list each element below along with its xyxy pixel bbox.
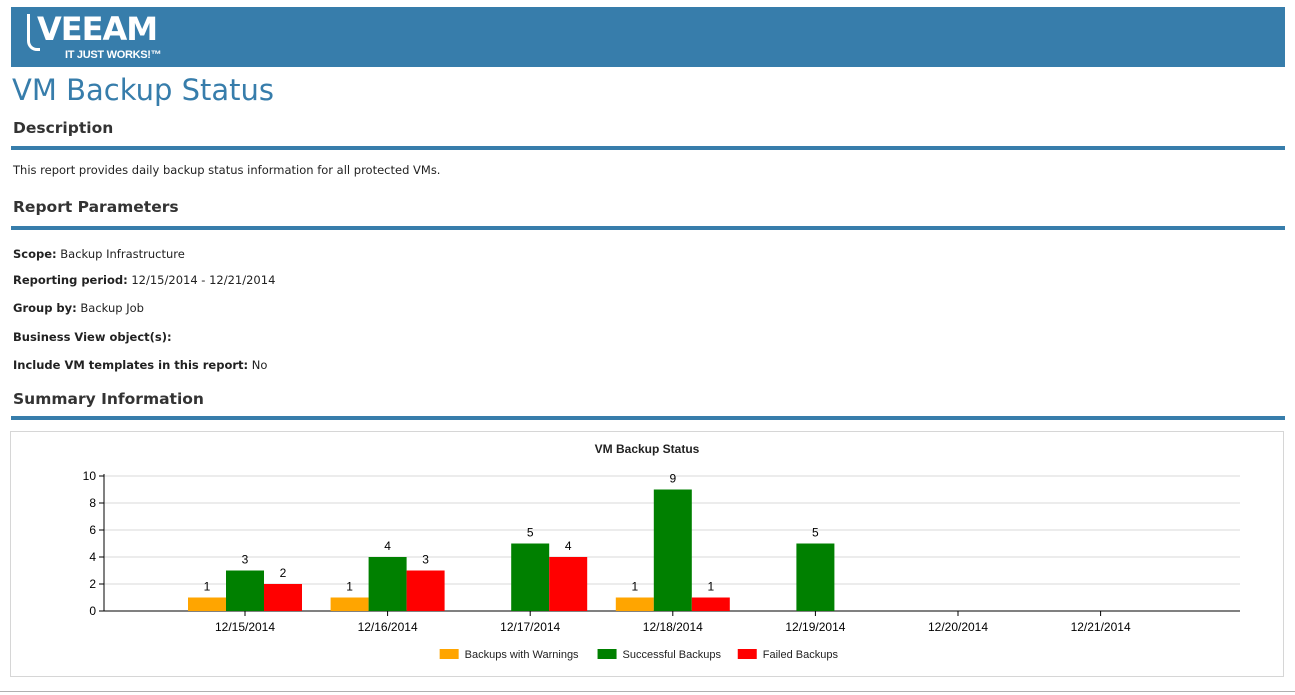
param-business-view: Business View object(s): bbox=[13, 329, 172, 345]
page-bottom-border bbox=[0, 691, 1295, 692]
legend-label: Backups with Warnings bbox=[465, 649, 579, 661]
y-tick-label: 4 bbox=[89, 550, 96, 564]
data-label: 1 bbox=[707, 580, 714, 594]
bar bbox=[615, 597, 654, 611]
report-parameters-heading: Report Parameters bbox=[13, 198, 179, 216]
param-group-by-value: Backup Job bbox=[80, 301, 144, 315]
summary-divider bbox=[11, 416, 1285, 420]
bar bbox=[368, 557, 407, 611]
legend-label: Failed Backups bbox=[763, 649, 839, 661]
summary-information-heading: Summary Information bbox=[13, 390, 204, 408]
x-tick-label: 12/17/2014 bbox=[500, 620, 560, 634]
description-divider bbox=[11, 146, 1285, 150]
bar bbox=[226, 570, 264, 611]
chart-title: VM Backup Status bbox=[595, 442, 700, 456]
bar bbox=[188, 597, 226, 611]
param-reporting-period-value: 12/15/2014 - 12/21/2014 bbox=[131, 273, 276, 287]
data-label: 1 bbox=[204, 580, 211, 594]
bar bbox=[264, 584, 302, 611]
bar bbox=[549, 557, 588, 611]
y-tick-label: 2 bbox=[89, 577, 96, 591]
param-include-templates: Include VM templates in this report: No bbox=[13, 357, 267, 373]
param-reporting-period-label: Reporting period: bbox=[13, 273, 128, 287]
param-scope: Scope: Backup Infrastructure bbox=[13, 246, 185, 262]
param-scope-label: Scope: bbox=[13, 247, 57, 261]
bar bbox=[653, 489, 692, 611]
data-label: 9 bbox=[669, 472, 676, 486]
param-include-templates-value: No bbox=[251, 358, 268, 372]
x-tick-label: 12/21/2014 bbox=[1071, 620, 1131, 634]
veeam-logo: VEEAM IT JUST WORKS!™ bbox=[25, 10, 175, 64]
x-tick-label: 12/19/2014 bbox=[785, 620, 845, 634]
vm-backup-status-chart: VM Backup Status 0 2 4 6 8 10 12/15/2014 1 3 2 12/1… bbox=[83, 442, 1240, 661]
description-text: This report provides daily backup status… bbox=[13, 163, 441, 177]
bar bbox=[796, 543, 835, 611]
data-label: 4 bbox=[384, 539, 391, 553]
param-group-by-label: Group by: bbox=[13, 301, 77, 315]
legend-swatch bbox=[439, 649, 459, 659]
page-title: VM Backup Status bbox=[12, 73, 275, 107]
y-tick-label: 8 bbox=[89, 496, 96, 510]
param-scope-value: Backup Infrastructure bbox=[60, 247, 185, 261]
bar bbox=[330, 597, 369, 611]
data-label: 3 bbox=[242, 553, 249, 567]
data-label: 1 bbox=[346, 580, 353, 594]
param-reporting-period: Reporting period: 12/15/2014 - 12/21/201… bbox=[13, 272, 275, 288]
x-tick-label: 12/15/2014 bbox=[215, 620, 275, 634]
param-group-by: Group by: Backup Job bbox=[13, 300, 144, 316]
data-label: 5 bbox=[812, 526, 819, 540]
data-label: 1 bbox=[631, 580, 638, 594]
legend-swatch bbox=[737, 649, 757, 659]
data-label: 3 bbox=[422, 553, 429, 567]
data-label: 5 bbox=[527, 526, 534, 540]
legend-swatch bbox=[597, 649, 617, 659]
param-business-view-label: Business View object(s): bbox=[13, 330, 172, 344]
data-label: 4 bbox=[565, 539, 572, 553]
header-bar: VEEAM IT JUST WORKS!™ bbox=[11, 7, 1285, 67]
bar bbox=[691, 597, 730, 611]
data-label: 2 bbox=[280, 566, 287, 580]
param-include-templates-label: Include VM templates in this report: bbox=[13, 358, 249, 372]
x-tick-label: 12/16/2014 bbox=[358, 620, 418, 634]
logo-wordmark: VEEAM bbox=[37, 10, 158, 48]
description-heading: Description bbox=[13, 119, 114, 137]
logo-tagline: IT JUST WORKS!™ bbox=[65, 49, 162, 61]
y-tick-label: 6 bbox=[89, 523, 96, 537]
bar bbox=[511, 543, 550, 611]
x-tick-label: 12/20/2014 bbox=[928, 620, 988, 634]
x-tick-label: 12/18/2014 bbox=[643, 620, 703, 634]
parameters-divider bbox=[11, 226, 1285, 230]
y-tick-label: 0 bbox=[89, 604, 96, 618]
legend-label: Successful Backups bbox=[623, 649, 722, 661]
y-tick-label: 10 bbox=[83, 469, 97, 483]
bar bbox=[406, 570, 445, 611]
